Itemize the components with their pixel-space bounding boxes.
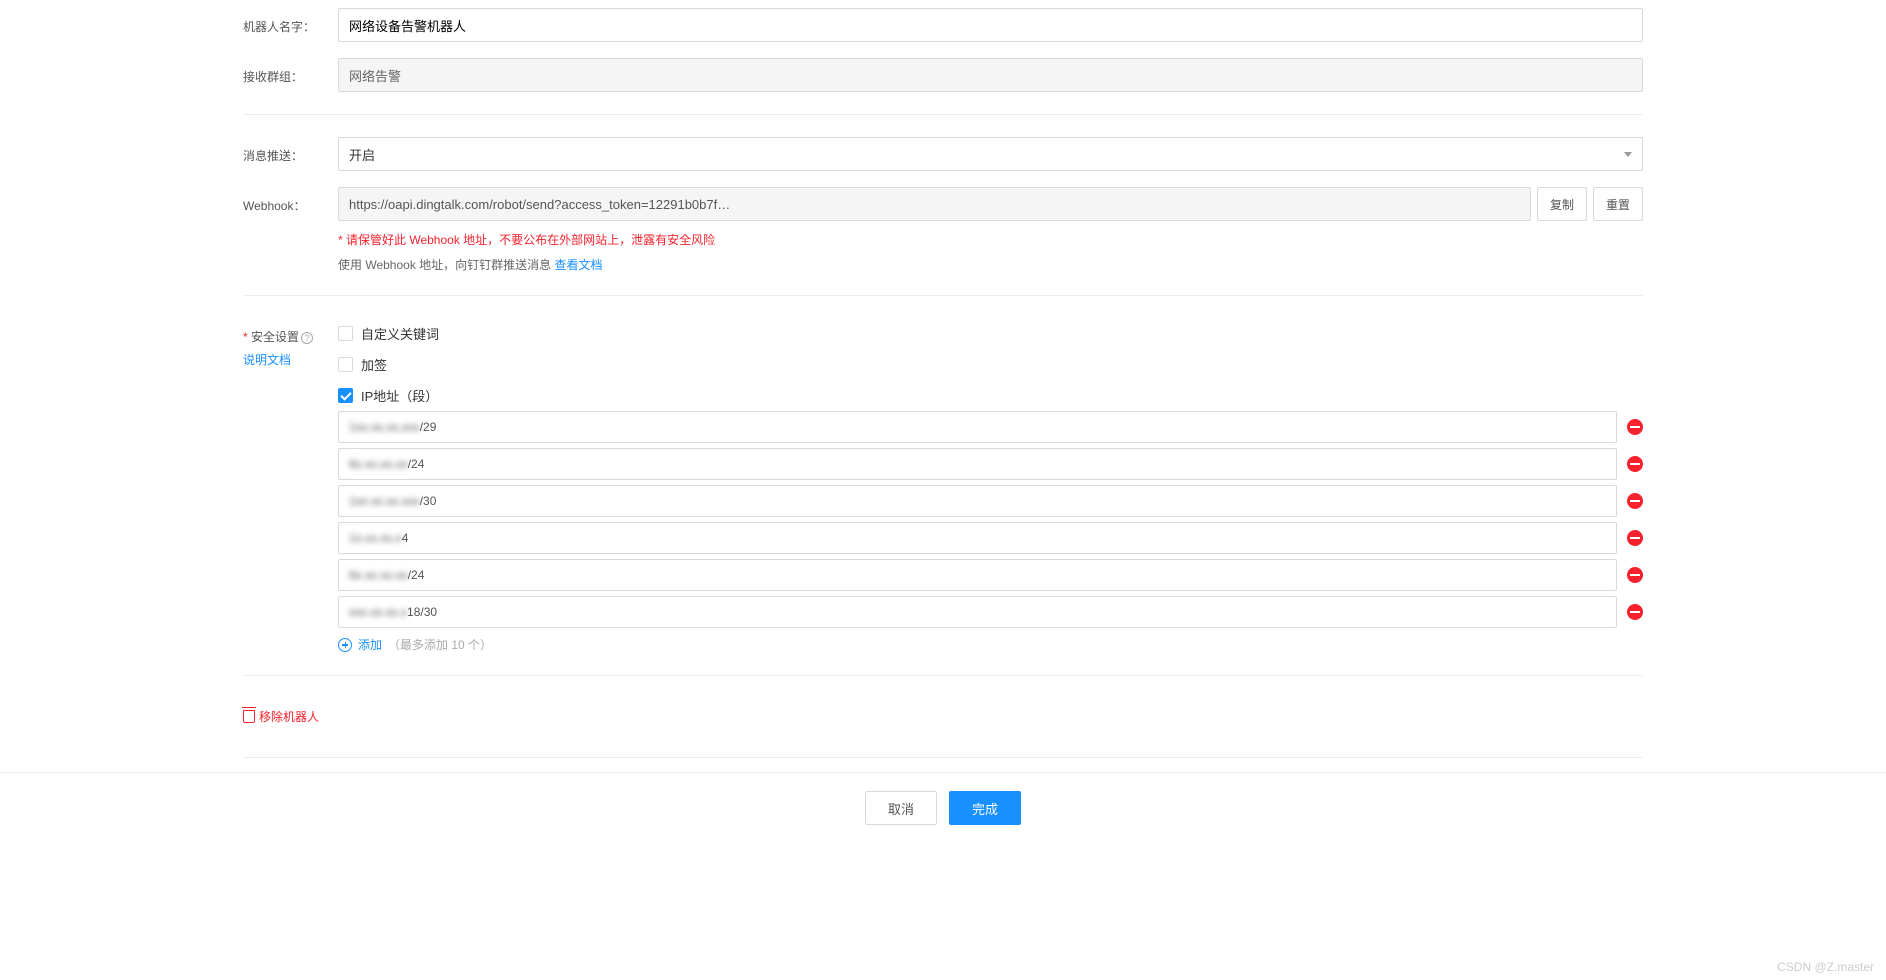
opt-sign-label: 加签 bbox=[361, 355, 387, 374]
webhook-input[interactable] bbox=[338, 187, 1531, 221]
push-row: 消息推送： 开启 bbox=[243, 129, 1643, 179]
remove-ip-icon[interactable] bbox=[1627, 530, 1643, 546]
opt-keyword-label: 自定义关键词 bbox=[361, 324, 439, 343]
ip-input[interactable]: 1xx.xx.xx.xxx/29 bbox=[338, 411, 1617, 443]
ip-row: 6x.xx.xx.xx/24 bbox=[338, 559, 1643, 591]
remove-ip-icon[interactable] bbox=[1627, 604, 1643, 620]
remove-ip-icon[interactable] bbox=[1627, 456, 1643, 472]
footer: 取消 完成 bbox=[0, 772, 1886, 843]
submit-button[interactable]: 完成 bbox=[949, 791, 1021, 825]
add-limit: （最多添加 10 个） bbox=[388, 636, 492, 653]
checkbox-keyword[interactable] bbox=[338, 326, 353, 341]
push-value: 开启 bbox=[349, 145, 375, 164]
watermark: CSDN @Z.master bbox=[1777, 960, 1874, 974]
security-doc-link[interactable]: 说明文档 bbox=[243, 351, 328, 368]
ip-row: 6x.xx.xx.xx/24 bbox=[338, 448, 1643, 480]
ip-row: 1x.xx.xx.x4 bbox=[338, 522, 1643, 554]
add-ip-row: 添加 （最多添加 10 个） bbox=[338, 636, 1643, 653]
opt-ip-label: IP地址（段） bbox=[361, 386, 438, 405]
opt-sign-row: 加签 bbox=[338, 349, 1643, 380]
ip-row: xxx.xx.xx.x18/30 bbox=[338, 596, 1643, 628]
help-icon[interactable]: ? bbox=[301, 332, 313, 344]
ip-input[interactable]: 6x.xx.xx.xx/24 bbox=[338, 559, 1617, 591]
robot-name-input[interactable] bbox=[338, 8, 1643, 42]
group-value: 网络告警 bbox=[338, 58, 1643, 92]
delete-robot-link[interactable]: 移除机器人 bbox=[243, 690, 319, 743]
ip-row: 1xx.xx.xx.xxx/29 bbox=[338, 411, 1643, 443]
robot-name-row: 机器人名字： bbox=[243, 0, 1643, 50]
add-ip-link[interactable]: 添加 bbox=[358, 636, 382, 653]
webhook-label: Webhook： bbox=[243, 187, 328, 214]
ip-input[interactable]: xxx.xx.xx.x18/30 bbox=[338, 596, 1617, 628]
plus-icon[interactable] bbox=[338, 638, 352, 652]
robot-name-label: 机器人名字： bbox=[243, 8, 328, 35]
divider bbox=[243, 757, 1643, 758]
push-label: 消息推送： bbox=[243, 137, 328, 164]
divider bbox=[243, 114, 1643, 115]
checkbox-ip[interactable] bbox=[338, 388, 353, 403]
cancel-button[interactable]: 取消 bbox=[865, 791, 937, 825]
remove-ip-icon[interactable] bbox=[1627, 419, 1643, 435]
security-label: 安全设置? 说明文档 bbox=[243, 318, 328, 368]
copy-button[interactable]: 复制 bbox=[1537, 187, 1587, 221]
view-doc-link[interactable]: 查看文档 bbox=[554, 258, 602, 272]
checkbox-sign[interactable] bbox=[338, 357, 353, 372]
ip-input[interactable]: 1x.xx.xx.x4 bbox=[338, 522, 1617, 554]
remove-ip-icon[interactable] bbox=[1627, 493, 1643, 509]
opt-ip-row: IP地址（段） bbox=[338, 380, 1643, 411]
reset-button[interactable]: 重置 bbox=[1593, 187, 1643, 221]
group-label: 接收群组： bbox=[243, 58, 328, 85]
chevron-down-icon bbox=[1624, 152, 1632, 157]
push-select[interactable]: 开启 bbox=[338, 137, 1643, 171]
ip-row: 1xx.xx.xx.xxx/30 bbox=[338, 485, 1643, 517]
divider bbox=[243, 675, 1643, 676]
webhook-warning: * 请保管好此 Webhook 地址，不要公布在外部网站上，泄露有安全风险 bbox=[338, 231, 1643, 248]
ip-list: 1xx.xx.xx.xxx/29 6x.xx.xx.xx/24 1xx.xx.xx.… bbox=[338, 411, 1643, 628]
trash-icon bbox=[243, 710, 255, 723]
remove-ip-icon[interactable] bbox=[1627, 567, 1643, 583]
opt-keyword-row: 自定义关键词 bbox=[338, 318, 1643, 349]
group-row: 接收群组： 网络告警 bbox=[243, 50, 1643, 100]
ip-input[interactable]: 6x.xx.xx.xx/24 bbox=[338, 448, 1617, 480]
security-row: 安全设置? 说明文档 自定义关键词 加签 IP地址（段） 1xx.xx.xx.x… bbox=[243, 310, 1643, 661]
webhook-row: Webhook： 复制 重置 * 请保管好此 Webhook 地址，不要公布在外… bbox=[243, 179, 1643, 281]
divider bbox=[243, 295, 1643, 296]
ip-input[interactable]: 1xx.xx.xx.xxx/30 bbox=[338, 485, 1617, 517]
webhook-help: 使用 Webhook 地址，向钉钉群推送消息 查看文档 bbox=[338, 256, 1643, 273]
